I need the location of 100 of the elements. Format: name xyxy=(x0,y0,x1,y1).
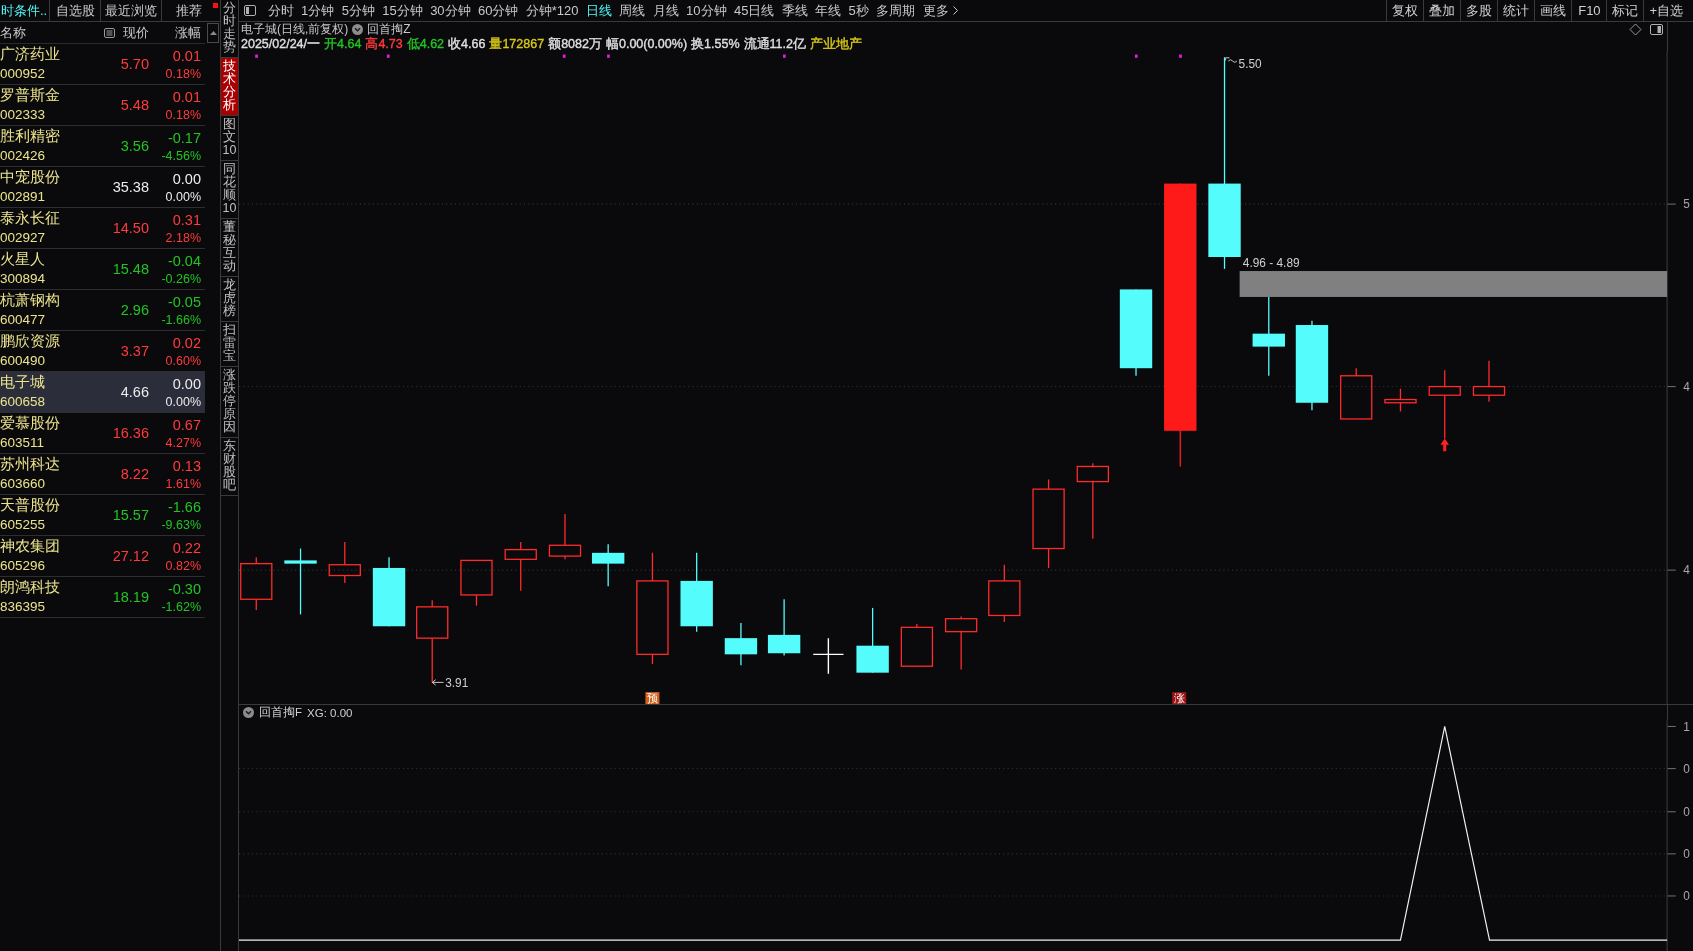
toolbar-button[interactable]: 多股 xyxy=(1460,0,1498,21)
period-tab[interactable]: 30分钟 xyxy=(426,0,475,21)
side-tab[interactable]: 图文10 xyxy=(221,116,238,161)
period-tab[interactable]: 45日线 xyxy=(730,0,779,21)
period-tab[interactable]: 1分钟 xyxy=(297,0,338,21)
stock-code: 600658 xyxy=(0,394,47,409)
side-tab[interactable]: 同花顺10 xyxy=(221,161,238,219)
list-tab[interactable]: 时条件.. xyxy=(0,0,50,21)
price-change: 0.22 xyxy=(171,540,201,556)
stock-code: 600477 xyxy=(0,312,47,327)
stock-row[interactable]: 广济药业 000952 5.70 0.01 0.18% xyxy=(0,44,205,85)
price-change: -0.05 xyxy=(166,294,201,310)
period-tab[interactable]: 月线 xyxy=(649,0,683,21)
period-tab[interactable]: 多周期 xyxy=(872,0,919,21)
quote-field: 开4.64 xyxy=(324,35,362,53)
list-tab[interactable]: 推荐 xyxy=(162,0,205,21)
signal-marker: 涨 xyxy=(1172,691,1187,704)
stock-row[interactable]: 爱慕股份 603511 16.36 0.67 4.27% xyxy=(0,413,205,454)
indicator-axis-label: 0 xyxy=(1683,805,1690,820)
percent-change: 1.61% xyxy=(164,476,201,491)
stock-row[interactable]: 中宠股份 002891 35.38 0.00 0.00% xyxy=(0,167,205,208)
stock-row[interactable]: 神农集团 605296 27.12 0.22 0.82% xyxy=(0,536,205,577)
quote-field: 2025/02/24/一 xyxy=(241,35,321,53)
period-tab[interactable]: 分钟*120 xyxy=(522,0,583,21)
quote-field: 量172867 xyxy=(489,35,545,53)
stock-code: 002927 xyxy=(0,230,47,245)
stock-price: 5.70 xyxy=(119,55,149,72)
stock-code: 002426 xyxy=(0,148,47,163)
stock-code: 836395 xyxy=(0,599,47,614)
price-change: 0.13 xyxy=(171,458,201,474)
scroll-up-button[interactable] xyxy=(207,23,219,43)
percent-change: 0.18% xyxy=(164,66,201,81)
stock-price: 16.36 xyxy=(111,424,149,441)
side-tab[interactable]: 东财股吧 xyxy=(221,438,238,496)
panel-toggle-icon[interactable] xyxy=(1650,23,1663,36)
column-header[interactable]: 现价 xyxy=(123,23,149,42)
side-tab[interactable]: 董秘互动 xyxy=(221,219,238,277)
indicator-axis-label: 1 xyxy=(1683,720,1690,734)
column-header[interactable]: 名称 xyxy=(0,23,87,42)
percent-change: 2.18% xyxy=(164,230,201,245)
more-menu[interactable]: 更多 xyxy=(918,0,962,21)
diamond-icon[interactable] xyxy=(1629,23,1642,36)
period-tab[interactable]: 年线 xyxy=(811,0,845,21)
stock-code: 300894 xyxy=(0,271,47,286)
period-tab[interactable]: 15分钟 xyxy=(378,0,427,21)
toolbar-button[interactable]: 画线 xyxy=(1534,0,1572,21)
toolbar-button[interactable]: 叠加 xyxy=(1423,0,1461,21)
stock-name: 朗鸿科技 xyxy=(0,578,61,597)
indicator-axis-label: 0 xyxy=(1683,761,1690,776)
percent-change: -4.56% xyxy=(160,148,201,163)
toolbar-button[interactable]: 标记 xyxy=(1606,0,1644,21)
period-tab[interactable]: 周线 xyxy=(615,0,649,21)
period-tab[interactable]: 分时 xyxy=(264,0,298,21)
stock-name: 广济药业 xyxy=(0,45,61,64)
side-tab[interactable]: 扫雷宝 xyxy=(221,322,238,367)
stock-code: 603660 xyxy=(0,476,47,491)
period-tab[interactable]: 日线 xyxy=(582,0,616,21)
price-change: -0.17 xyxy=(166,130,201,146)
stock-name: 天普股份 xyxy=(0,496,61,515)
list-tab[interactable]: 自选股 xyxy=(50,0,101,21)
price-change: -0.04 xyxy=(166,253,201,269)
side-tab[interactable]: 技术分析 xyxy=(221,58,238,116)
sidebar-toggle-icon[interactable] xyxy=(244,5,256,16)
period-tab[interactable]: 季线 xyxy=(778,0,812,21)
toolbar-button[interactable]: 统计 xyxy=(1497,0,1535,21)
indicator-name[interactable]: 回首掏Z xyxy=(367,21,411,38)
stock-name: 电子城 xyxy=(0,373,46,392)
price-axis-label: 5 xyxy=(1683,197,1690,212)
price-change: 0.31 xyxy=(171,212,201,228)
period-tab[interactable]: 10分钟 xyxy=(682,0,731,21)
quote-field: 高4.73 xyxy=(365,35,403,53)
side-tab[interactable]: 涨跌停原因 xyxy=(221,367,238,438)
stock-code: 002891 xyxy=(0,189,47,204)
stock-price: 18.19 xyxy=(111,588,149,605)
period-tab[interactable]: 5分钟 xyxy=(338,0,379,21)
chevron-down-circle-icon[interactable] xyxy=(352,24,364,35)
quote-field: 低4.62 xyxy=(406,35,445,53)
chevron-down-circle-icon[interactable] xyxy=(243,707,254,718)
quote-field: 产业地产 xyxy=(809,35,862,53)
list-tab[interactable]: 最近浏览 xyxy=(101,0,162,21)
stock-row[interactable]: 苏州科达 603660 8.22 0.13 1.61% xyxy=(0,454,205,495)
stock-row[interactable]: 罗普斯金 002333 5.48 0.01 0.18% xyxy=(0,85,205,126)
side-tab[interactable]: 龙虎榜 xyxy=(221,277,238,322)
toolbar-button[interactable]: +自选 xyxy=(1643,0,1688,21)
stock-name: 神农集团 xyxy=(0,537,61,556)
column-header[interactable]: 涨幅 xyxy=(149,23,201,42)
price-change: -0.30 xyxy=(166,581,201,597)
list-icon[interactable] xyxy=(104,27,115,38)
percent-change: 0.60% xyxy=(164,353,201,368)
period-tab[interactable]: 5秒 xyxy=(844,0,873,21)
period-tab[interactable]: 60分钟 xyxy=(474,0,523,21)
stock-row[interactable]: 电子城 600658 4.66 0.00 0.00% xyxy=(0,372,205,413)
stock-price: 3.37 xyxy=(119,342,149,359)
toolbar-button[interactable]: 复权 xyxy=(1386,0,1424,21)
stock-price: 4.66 xyxy=(119,383,149,400)
stock-row[interactable]: 泰永长征 002927 14.50 0.31 2.18% xyxy=(0,208,205,249)
stock-price: 3.56 xyxy=(119,137,149,154)
indicator-name[interactable]: 回首掏F xyxy=(259,705,303,720)
toolbar-button[interactable]: F10 xyxy=(1571,0,1607,21)
chart-title: 电子城(日线,前复权) xyxy=(241,21,349,38)
